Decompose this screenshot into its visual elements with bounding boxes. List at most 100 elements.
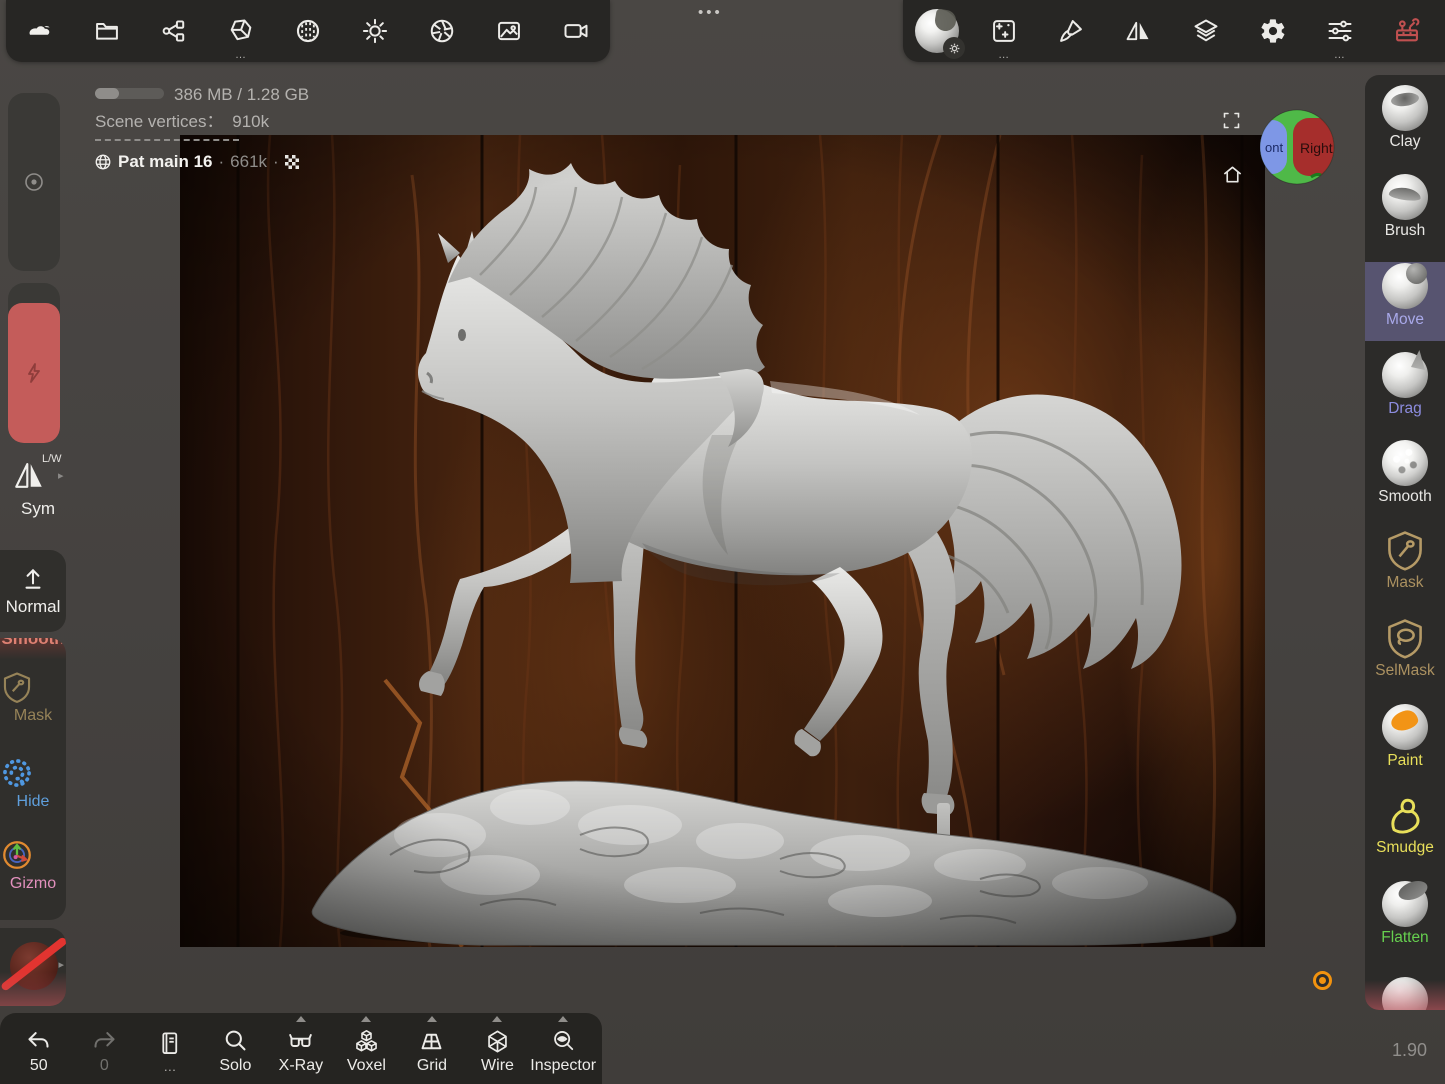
tool-smudge[interactable]: Smudge — [1365, 793, 1445, 857]
render-aperture-icon[interactable] — [418, 7, 466, 55]
tool-flatten[interactable]: Flatten — [1365, 881, 1445, 947]
symmetry-icon[interactable] — [1114, 7, 1162, 55]
lightning-icon — [22, 361, 46, 385]
tool-drag[interactable]: Drag — [1365, 352, 1445, 418]
history-notes-button[interactable]: … — [137, 1013, 203, 1084]
grid-caret-icon — [427, 1016, 437, 1022]
voxel-cubes-icon — [353, 1028, 380, 1055]
sym-lw-label: L/W — [42, 453, 62, 465]
radius-dot-icon — [22, 170, 46, 194]
sculpt-viewport[interactable] — [180, 135, 1265, 947]
mask-shield-icon — [0, 670, 34, 704]
files-icon[interactable] — [83, 7, 131, 55]
tool-move[interactable]: Move — [1365, 263, 1445, 329]
stats-separator — [95, 139, 239, 141]
paint-tools-icon[interactable] — [1047, 7, 1095, 55]
tool-paint[interactable]: Paint — [1365, 704, 1445, 770]
scene-vertices: Scene vertices： 910k — [95, 107, 269, 132]
voxel-button[interactable]: Voxel — [334, 1013, 400, 1084]
sym-label: Sym — [10, 499, 66, 519]
smooth-peek-label: Smooth — [1, 638, 64, 648]
navigation-sphere[interactable]: ont Right — [1259, 109, 1335, 185]
redo-count: 0 — [100, 1057, 109, 1075]
left-tool-hide[interactable]: Hide — [0, 756, 66, 811]
xray-button[interactable]: X-Ray — [268, 1013, 334, 1084]
tool-brush[interactable]: Brush — [1365, 174, 1445, 240]
wire-button[interactable]: Wire — [465, 1013, 531, 1084]
redo-button[interactable]: 0 — [72, 1013, 138, 1084]
wireframe-icon — [484, 1028, 511, 1055]
material-expand-arrow[interactable]: ▸ — [58, 958, 64, 971]
flatten-sphere-icon — [1382, 881, 1428, 927]
arrow-up-icon — [20, 566, 46, 592]
texture-sphere-icon[interactable] — [284, 7, 332, 55]
sym-expand-arrow[interactable]: ▸ — [58, 469, 64, 482]
left-tool-panel: Smooth Mask Hide Gizmo — [0, 638, 66, 920]
tool-clay[interactable]: Clay — [1365, 85, 1445, 151]
interface-sliders-icon[interactable]: … — [1316, 7, 1364, 55]
inspector-caret-icon — [558, 1016, 568, 1022]
left-tool-gizmo[interactable]: Gizmo — [0, 838, 66, 893]
brush-radius-slider[interactable] — [8, 93, 60, 271]
stroke-normal-button[interactable]: Normal — [0, 550, 66, 632]
viewport-bottom-toolbar: 50 0 … Solo — [0, 1013, 602, 1084]
paint-sphere-icon — [1382, 704, 1428, 750]
debug-toolbox-icon[interactable] — [1383, 7, 1431, 55]
app-logo[interactable] — [16, 7, 64, 55]
voxel-caret-icon — [361, 1016, 371, 1022]
brush-intensity-slider[interactable] — [8, 283, 60, 443]
scene-vertices-value: 910k — [232, 112, 269, 131]
left-tool-mask[interactable]: Mask — [0, 670, 66, 725]
memory-usage-bar — [95, 88, 164, 99]
tool-mask[interactable]: Mask — [1365, 528, 1445, 592]
image-export-icon[interactable] — [485, 7, 533, 55]
layer-sphere-icon — [94, 153, 112, 171]
left-gizmo-label: Gizmo — [0, 875, 66, 893]
smudge-finger-icon — [1383, 793, 1427, 837]
left-hide-label: Hide — [0, 793, 66, 811]
camera-video-icon[interactable] — [552, 7, 600, 55]
smooth-peek-item[interactable]: Smooth — [0, 638, 66, 662]
clay-sphere-icon — [1382, 85, 1428, 131]
layer-vertices: 661k — [230, 152, 267, 172]
move-sphere-icon — [1382, 263, 1428, 309]
tool-smooth[interactable]: Smooth — [1365, 440, 1445, 506]
tool-selmask[interactable]: SelMask — [1365, 616, 1445, 680]
fullscreen-icon[interactable] — [1221, 110, 1242, 131]
left-mask-label: Mask — [0, 707, 66, 725]
grid-plane-icon — [418, 1028, 445, 1055]
grid-button[interactable]: Grid — [399, 1013, 465, 1084]
window-drag-handle[interactable]: ••• — [698, 4, 723, 21]
memory-usage-text: 386 MB / 1.28 GB — [174, 85, 309, 105]
inspector-button[interactable]: Inspector — [530, 1013, 596, 1084]
toolbar-top-left: … — [6, 0, 610, 62]
zoom-level: 1.90 — [1392, 1040, 1427, 1061]
tool-sidebar: Clay Brush Move Drag Smooth Mask — [1365, 75, 1445, 1010]
layer-sep2: · — [273, 152, 279, 172]
hide-dotted-icon — [0, 756, 34, 790]
material-none-panel[interactable]: ▸ — [0, 928, 66, 1006]
layer-sep: · — [219, 152, 225, 172]
nav-right-label: Right — [1300, 140, 1333, 156]
lighting-icon[interactable] — [351, 7, 399, 55]
mesh-icon[interactable]: … — [217, 7, 265, 55]
stamps-icon[interactable]: … — [980, 7, 1028, 55]
active-layer-row[interactable]: Pat main 16 · 661k · — [94, 152, 299, 172]
layers-icon[interactable] — [1182, 7, 1230, 55]
mask-shield-icon — [1383, 528, 1427, 572]
settings-gear-icon[interactable] — [1249, 7, 1297, 55]
undo-icon — [25, 1028, 52, 1055]
home-icon[interactable] — [1221, 163, 1244, 186]
redo-icon — [91, 1028, 118, 1055]
mesh-more-dots: … — [217, 51, 265, 59]
smooth-sphere-icon — [1382, 440, 1428, 486]
pivot-indicator-icon[interactable] — [1313, 971, 1332, 990]
undo-button[interactable]: 50 — [6, 1013, 72, 1084]
layer-checker-icon — [285, 155, 299, 169]
node-graph-icon[interactable] — [150, 7, 198, 55]
xray-caret-icon — [296, 1016, 306, 1022]
material-matcap-button[interactable] — [913, 7, 961, 55]
intensity-fill — [8, 303, 60, 443]
solo-button[interactable]: Solo — [203, 1013, 269, 1084]
symmetry-toggle[interactable]: L/W ▸ Sym — [10, 455, 66, 519]
